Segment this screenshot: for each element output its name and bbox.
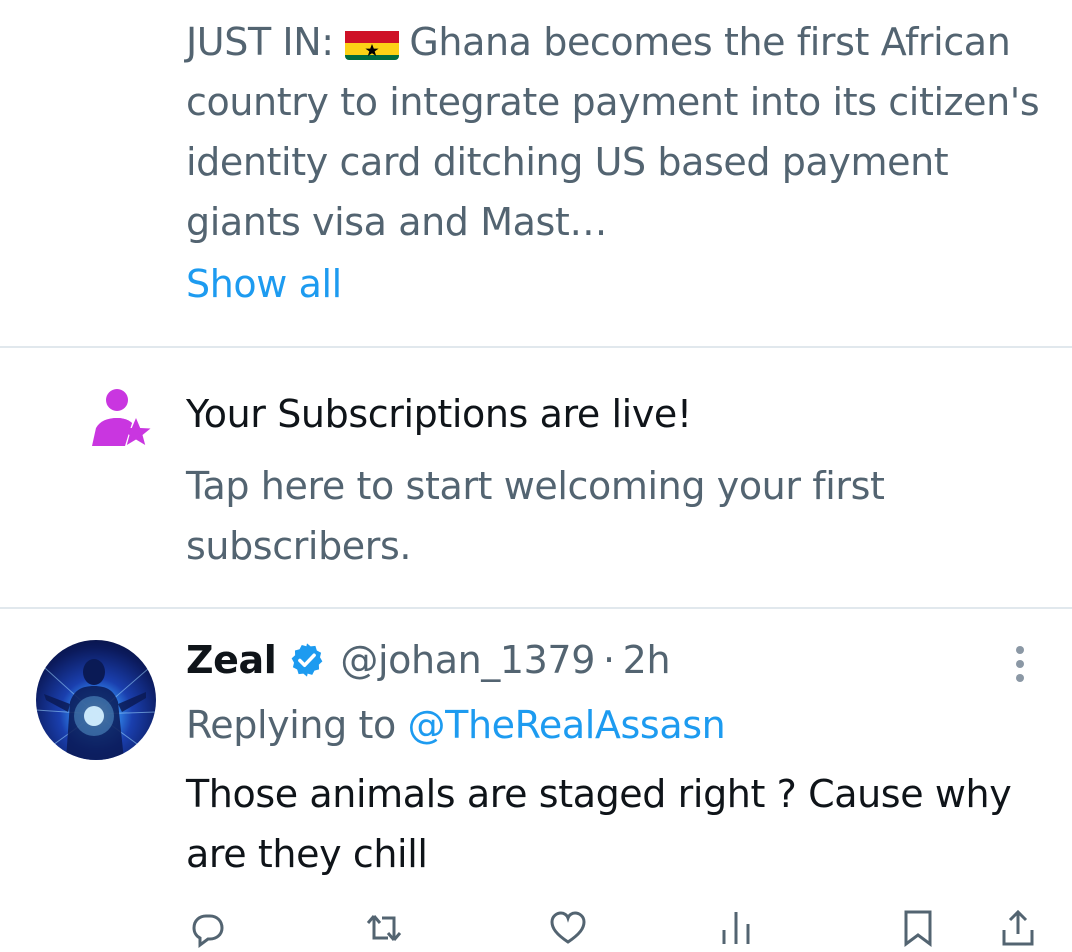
replying-to: Replying to @TheRealAssasn (186, 698, 726, 752)
ghana-flag-icon (345, 24, 400, 60)
divider (0, 607, 1072, 609)
author-name[interactable]: Zeal (186, 638, 277, 682)
show-all-link[interactable]: Show all (186, 258, 342, 310)
views-icon[interactable] (716, 908, 756, 948)
share-icon[interactable] (998, 908, 1038, 948)
subscriptions-body: Tap here to start welcoming your first s… (186, 464, 885, 568)
bookmark-icon[interactable] (898, 908, 938, 948)
verified-badge-icon (288, 641, 326, 679)
quoted-post-text: JUST IN: Ghana becomes the first African… (186, 12, 1046, 252)
replying-to-link[interactable]: @TheRealAssasn (408, 703, 726, 747)
quoted-post[interactable]: JUST IN: Ghana becomes the first African… (186, 12, 1046, 252)
like-icon[interactable] (548, 908, 588, 948)
reply-icon[interactable] (186, 908, 226, 948)
quoted-post-prefix: JUST IN: (186, 20, 334, 64)
repost-icon[interactable] (364, 908, 404, 948)
separator-dot: · (602, 638, 615, 682)
person-star-icon (92, 388, 152, 452)
avatar[interactable] (36, 640, 156, 760)
post-timestamp[interactable]: 2h (623, 638, 671, 682)
reply-post-text: Those animals are staged right ? Cause w… (186, 772, 1012, 876)
replying-to-prefix: Replying to (186, 703, 396, 747)
reply-post-header: Zeal @johan_1379 · 2h (186, 632, 671, 688)
subscriptions-prompt[interactable]: Your Subscriptions are live! Tap here to… (0, 348, 1072, 607)
subscriptions-title: Your Subscriptions are live! (186, 392, 692, 436)
author-handle[interactable]: @johan_1379 (340, 638, 595, 682)
more-options-icon[interactable] (1000, 640, 1040, 688)
action-bar (186, 908, 1046, 948)
